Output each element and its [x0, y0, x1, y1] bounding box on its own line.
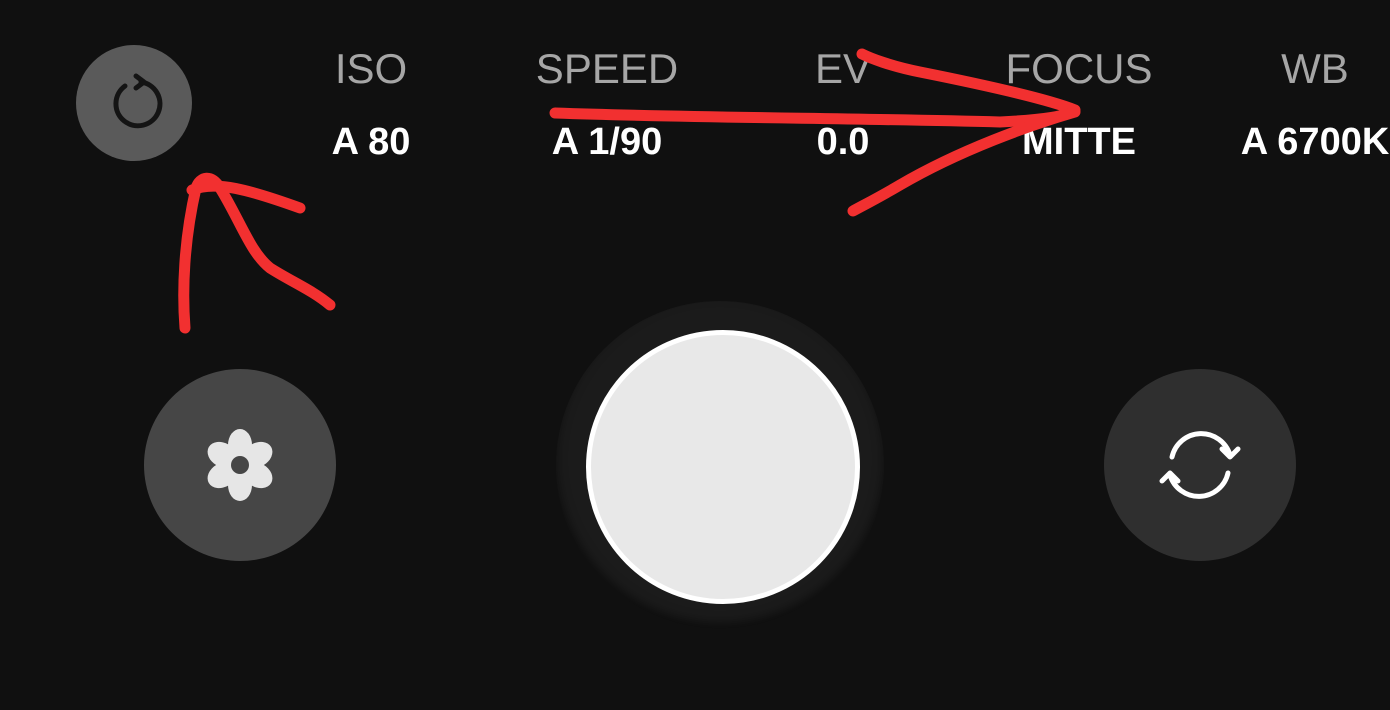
mode-button[interactable]: [144, 369, 336, 561]
reset-icon: [113, 73, 163, 129]
param-iso[interactable]: ISO A 80: [332, 0, 411, 164]
param-label: ISO: [334, 45, 408, 92]
param-ev[interactable]: EV 0.0: [815, 0, 871, 164]
param-value: 0.0: [816, 121, 870, 163]
param-label: WB: [1281, 45, 1349, 92]
camera-screen: ISO A 80 SPEED A 1/90 EV 0.0 FOCUS MITTE…: [0, 0, 1390, 710]
reset-button[interactable]: [76, 45, 192, 161]
annotation-arrow-up: [178, 172, 336, 334]
param-value: A 6700K: [1240, 121, 1390, 163]
param-speed[interactable]: SPEED A 1/90: [536, 0, 678, 164]
param-label: FOCUS: [1005, 45, 1153, 92]
param-wb[interactable]: WB A 6700K: [1241, 0, 1390, 164]
annotation-arrow-up-head: [186, 180, 306, 214]
param-value: A 1/90: [551, 121, 663, 163]
switch-camera-icon: [1159, 431, 1241, 499]
param-value: A 80: [331, 121, 411, 163]
param-label: SPEED: [535, 45, 679, 92]
param-focus[interactable]: FOCUS MITTE: [1006, 0, 1153, 164]
switch-camera-button[interactable]: [1104, 369, 1296, 561]
flower-icon: [207, 429, 273, 501]
param-label: EV: [814, 45, 872, 92]
param-value: MITTE: [1022, 121, 1136, 163]
shutter-button[interactable]: [586, 330, 860, 604]
